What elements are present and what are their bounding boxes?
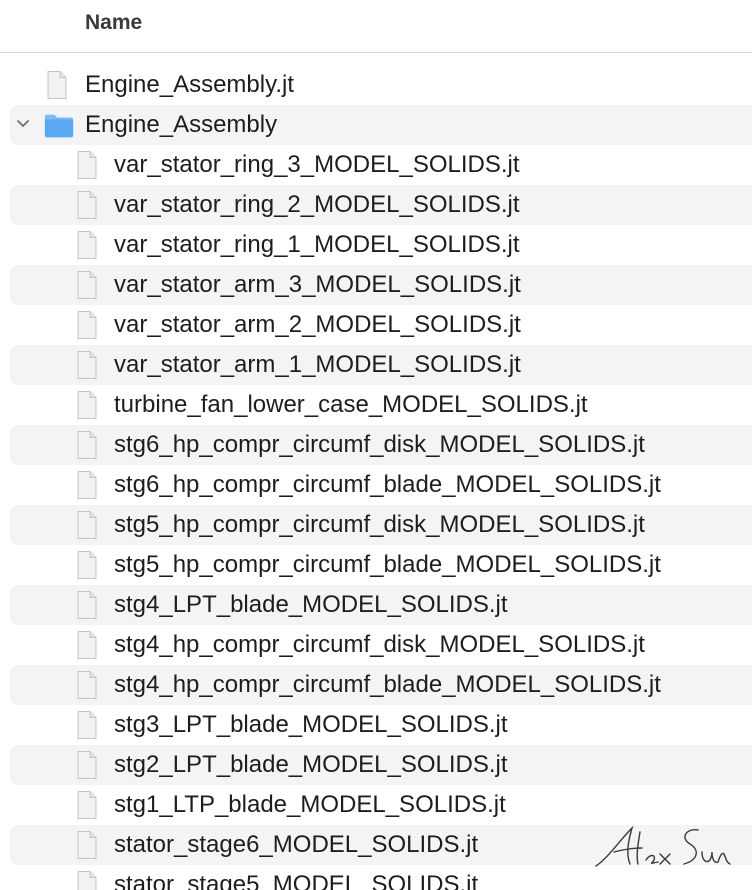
file-name: stg3_LPT_blade_MODEL_SOLIDS.jt (114, 711, 508, 738)
file-name: turbine_fan_lower_case_MODEL_SOLIDS.jt (114, 391, 588, 418)
file-row[interactable]: var_stator_arm_3_MODEL_SOLIDS.jt (10, 265, 752, 305)
document-icon (77, 831, 97, 859)
folder-name: Engine_Assembly (85, 111, 278, 138)
name-column-header[interactable]: Name (85, 11, 142, 35)
file-name: Engine_Assembly.jt (85, 71, 294, 98)
file-name: stg5_hp_compr_circumf_disk_MODEL_SOLIDS.… (114, 511, 645, 538)
document-icon (77, 351, 97, 379)
document-icon (77, 311, 97, 339)
file-row[interactable]: var_stator_arm_1_MODEL_SOLIDS.jt (10, 345, 752, 385)
file-row[interactable]: stg3_LPT_blade_MODEL_SOLIDS.jt (10, 705, 752, 745)
file-name: stg4_hp_compr_circumf_disk_MODEL_SOLIDS.… (114, 631, 645, 658)
file-name: stg4_hp_compr_circumf_blade_MODEL_SOLIDS… (114, 671, 661, 698)
file-name: stg4_LPT_blade_MODEL_SOLIDS.jt (114, 591, 508, 618)
folder-icon (44, 114, 74, 138)
document-icon (77, 271, 97, 299)
document-icon (77, 231, 97, 259)
document-icon (77, 511, 97, 539)
file-row[interactable]: var_stator_ring_2_MODEL_SOLIDS.jt (10, 185, 752, 225)
file-row[interactable]: stg4_hp_compr_circumf_blade_MODEL_SOLIDS… (10, 665, 752, 705)
file-name: var_stator_ring_3_MODEL_SOLIDS.jt (114, 151, 520, 178)
file-row[interactable]: stator_stage6_MODEL_SOLIDS.jt (10, 825, 752, 865)
document-icon (77, 471, 97, 499)
document-icon (77, 751, 97, 779)
document-icon (77, 711, 97, 739)
file-row[interactable]: stg5_hp_compr_circumf_disk_MODEL_SOLIDS.… (10, 505, 752, 545)
file-row[interactable]: stg4_hp_compr_circumf_disk_MODEL_SOLIDS.… (10, 625, 752, 665)
file-row[interactable]: turbine_fan_lower_case_MODEL_SOLIDS.jt (10, 385, 752, 425)
document-icon (77, 431, 97, 459)
document-icon (77, 191, 97, 219)
document-icon (77, 551, 97, 579)
folder-row[interactable]: Engine_Assembly (10, 105, 752, 145)
file-name: stg2_LPT_blade_MODEL_SOLIDS.jt (114, 751, 508, 778)
file-row[interactable]: stg4_LPT_blade_MODEL_SOLIDS.jt (10, 585, 752, 625)
document-icon (77, 591, 97, 619)
document-icon (77, 391, 97, 419)
file-row[interactable]: stg1_LTP_blade_MODEL_SOLIDS.jt (10, 785, 752, 825)
file-name: stg6_hp_compr_circumf_disk_MODEL_SOLIDS.… (114, 431, 645, 458)
file-row[interactable]: Engine_Assembly.jt (10, 65, 752, 105)
file-row[interactable]: stg5_hp_compr_circumf_blade_MODEL_SOLIDS… (10, 545, 752, 585)
file-name: stg6_hp_compr_circumf_blade_MODEL_SOLIDS… (114, 471, 661, 498)
file-list: Engine_Assembly.jt Engine_Assembly var_sta… (0, 65, 752, 890)
file-row[interactable]: var_stator_arm_2_MODEL_SOLIDS.jt (10, 305, 752, 345)
list-header: Name (0, 0, 752, 53)
file-row[interactable]: stg6_hp_compr_circumf_disk_MODEL_SOLIDS.… (10, 425, 752, 465)
file-row[interactable]: var_stator_ring_3_MODEL_SOLIDS.jt (10, 145, 752, 185)
file-name: var_stator_arm_2_MODEL_SOLIDS.jt (114, 311, 521, 338)
chevron-down-icon[interactable] (16, 117, 30, 131)
finder-window: Name Engine_Assembly.jt Engine_Assemblyva… (0, 0, 752, 890)
file-name: stg5_hp_compr_circumf_blade_MODEL_SOLIDS… (114, 551, 661, 578)
file-row[interactable]: stg2_LPT_blade_MODEL_SOLIDS.jt (10, 745, 752, 785)
file-name: var_stator_ring_2_MODEL_SOLIDS.jt (114, 191, 520, 218)
document-icon (77, 151, 97, 179)
document-icon (77, 871, 97, 890)
document-icon (47, 71, 67, 99)
file-row[interactable]: stg6_hp_compr_circumf_blade_MODEL_SOLIDS… (10, 465, 752, 505)
file-name: stator_stage5_MODEL_SOLIDS.jt (114, 871, 479, 890)
file-name: stator_stage6_MODEL_SOLIDS.jt (114, 831, 479, 858)
document-icon (77, 791, 97, 819)
file-name: var_stator_arm_1_MODEL_SOLIDS.jt (114, 351, 521, 378)
document-icon (77, 671, 97, 699)
file-row[interactable]: var_stator_ring_1_MODEL_SOLIDS.jt (10, 225, 752, 265)
file-name: stg1_LTP_blade_MODEL_SOLIDS.jt (114, 791, 506, 818)
document-icon (77, 631, 97, 659)
file-name: var_stator_arm_3_MODEL_SOLIDS.jt (114, 271, 521, 298)
file-row[interactable]: stator_stage5_MODEL_SOLIDS.jt (10, 865, 752, 890)
file-name: var_stator_ring_1_MODEL_SOLIDS.jt (114, 231, 520, 258)
